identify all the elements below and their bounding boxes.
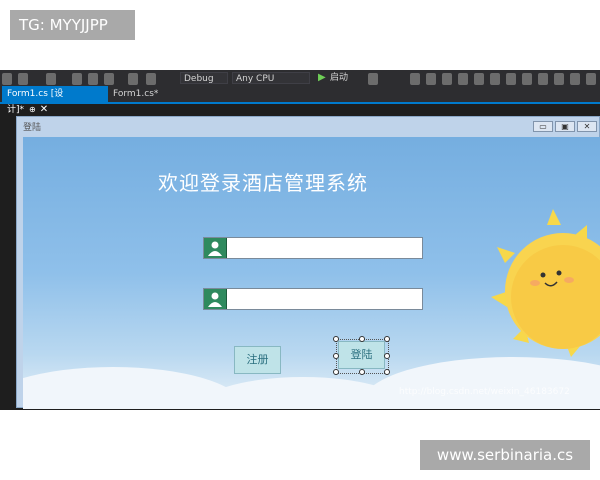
- sun-illustration: [491, 209, 600, 357]
- password-field[interactable]: [203, 288, 423, 310]
- resize-handle[interactable]: [384, 353, 390, 359]
- save-all-icon[interactable]: [104, 73, 114, 85]
- browser-link-icon[interactable]: [368, 73, 378, 85]
- align-left-icon[interactable]: [410, 73, 420, 85]
- tab-form1-designer[interactable]: Form1.cs [设计]* ⊕ ✕: [2, 86, 108, 115]
- resize-handle[interactable]: [359, 369, 365, 375]
- blog-watermark: http://blog.csdn.net/weixin_46183672: [399, 387, 570, 397]
- start-label[interactable]: 启动: [330, 72, 348, 84]
- resize-handle[interactable]: [333, 369, 339, 375]
- platform-combo[interactable]: Any CPU: [232, 72, 310, 84]
- align-right-icon[interactable]: [442, 73, 452, 85]
- align-middle-icon[interactable]: [474, 73, 484, 85]
- form-designer-window[interactable]: 登陆 ▭ ▣ ✕ 欢迎登录酒店管理系统 注册 登陆 http://blog.cs…: [16, 116, 600, 409]
- maximize-icon[interactable]: ▣: [555, 121, 575, 132]
- username-field[interactable]: [203, 237, 423, 259]
- pin-icon[interactable]: ⊕: [29, 105, 36, 114]
- same-height-icon[interactable]: [522, 73, 532, 85]
- watermark-top: TG: MYYJJPP: [10, 10, 135, 40]
- nav-forward-icon[interactable]: [18, 73, 28, 85]
- align-bottom-icon[interactable]: [490, 73, 500, 85]
- resize-handle[interactable]: [384, 336, 390, 342]
- close-window-icon[interactable]: ✕: [577, 121, 597, 132]
- align-top-icon[interactable]: [458, 73, 468, 85]
- minimize-icon[interactable]: ▭: [533, 121, 553, 132]
- nav-back-icon[interactable]: [2, 73, 12, 85]
- watermark-bottom: www.serbinaria.cs: [420, 440, 590, 470]
- spacing-icon[interactable]: [570, 73, 580, 85]
- form-client-area: 欢迎登录酒店管理系统 注册 登陆 http://blog.csdn.net/we…: [23, 137, 600, 409]
- resize-handle[interactable]: [333, 353, 339, 359]
- resize-handle[interactable]: [384, 369, 390, 375]
- redo-icon[interactable]: [146, 73, 156, 85]
- undo-icon[interactable]: [128, 73, 138, 85]
- save-icon[interactable]: [88, 73, 98, 85]
- tab-form1-code[interactable]: Form1.cs*: [108, 86, 178, 102]
- resize-handle[interactable]: [333, 336, 339, 342]
- tab-label: Form1.cs*: [113, 89, 159, 99]
- document-tabs: Form1.cs [设计]* ⊕ ✕ Form1.cs*: [0, 86, 600, 115]
- same-size-icon[interactable]: [538, 73, 548, 85]
- register-button[interactable]: 注册: [234, 346, 281, 374]
- same-width-icon[interactable]: [506, 73, 516, 85]
- user-icon: [204, 238, 227, 258]
- resize-handle[interactable]: [359, 336, 365, 342]
- new-project-icon[interactable]: [46, 73, 56, 85]
- user-icon: [204, 289, 227, 309]
- ide-window: Debug Any CPU ▶ 启动 Form1.cs [设计]* ⊕ ✕ Form…: [0, 70, 600, 410]
- start-icon[interactable]: ▶: [318, 72, 326, 84]
- ide-toolbar: Debug Any CPU ▶ 启动: [0, 70, 600, 86]
- login-button[interactable]: 登陆: [338, 341, 385, 369]
- grid-icon[interactable]: [554, 73, 564, 85]
- close-icon[interactable]: ✕: [40, 104, 48, 115]
- config-combo[interactable]: Debug: [180, 72, 228, 84]
- align-center-icon[interactable]: [426, 73, 436, 85]
- order-icon[interactable]: [586, 73, 596, 85]
- welcome-heading: 欢迎登录酒店管理系统: [158, 171, 368, 195]
- open-file-icon[interactable]: [72, 73, 82, 85]
- form-title: 登陆: [23, 123, 42, 133]
